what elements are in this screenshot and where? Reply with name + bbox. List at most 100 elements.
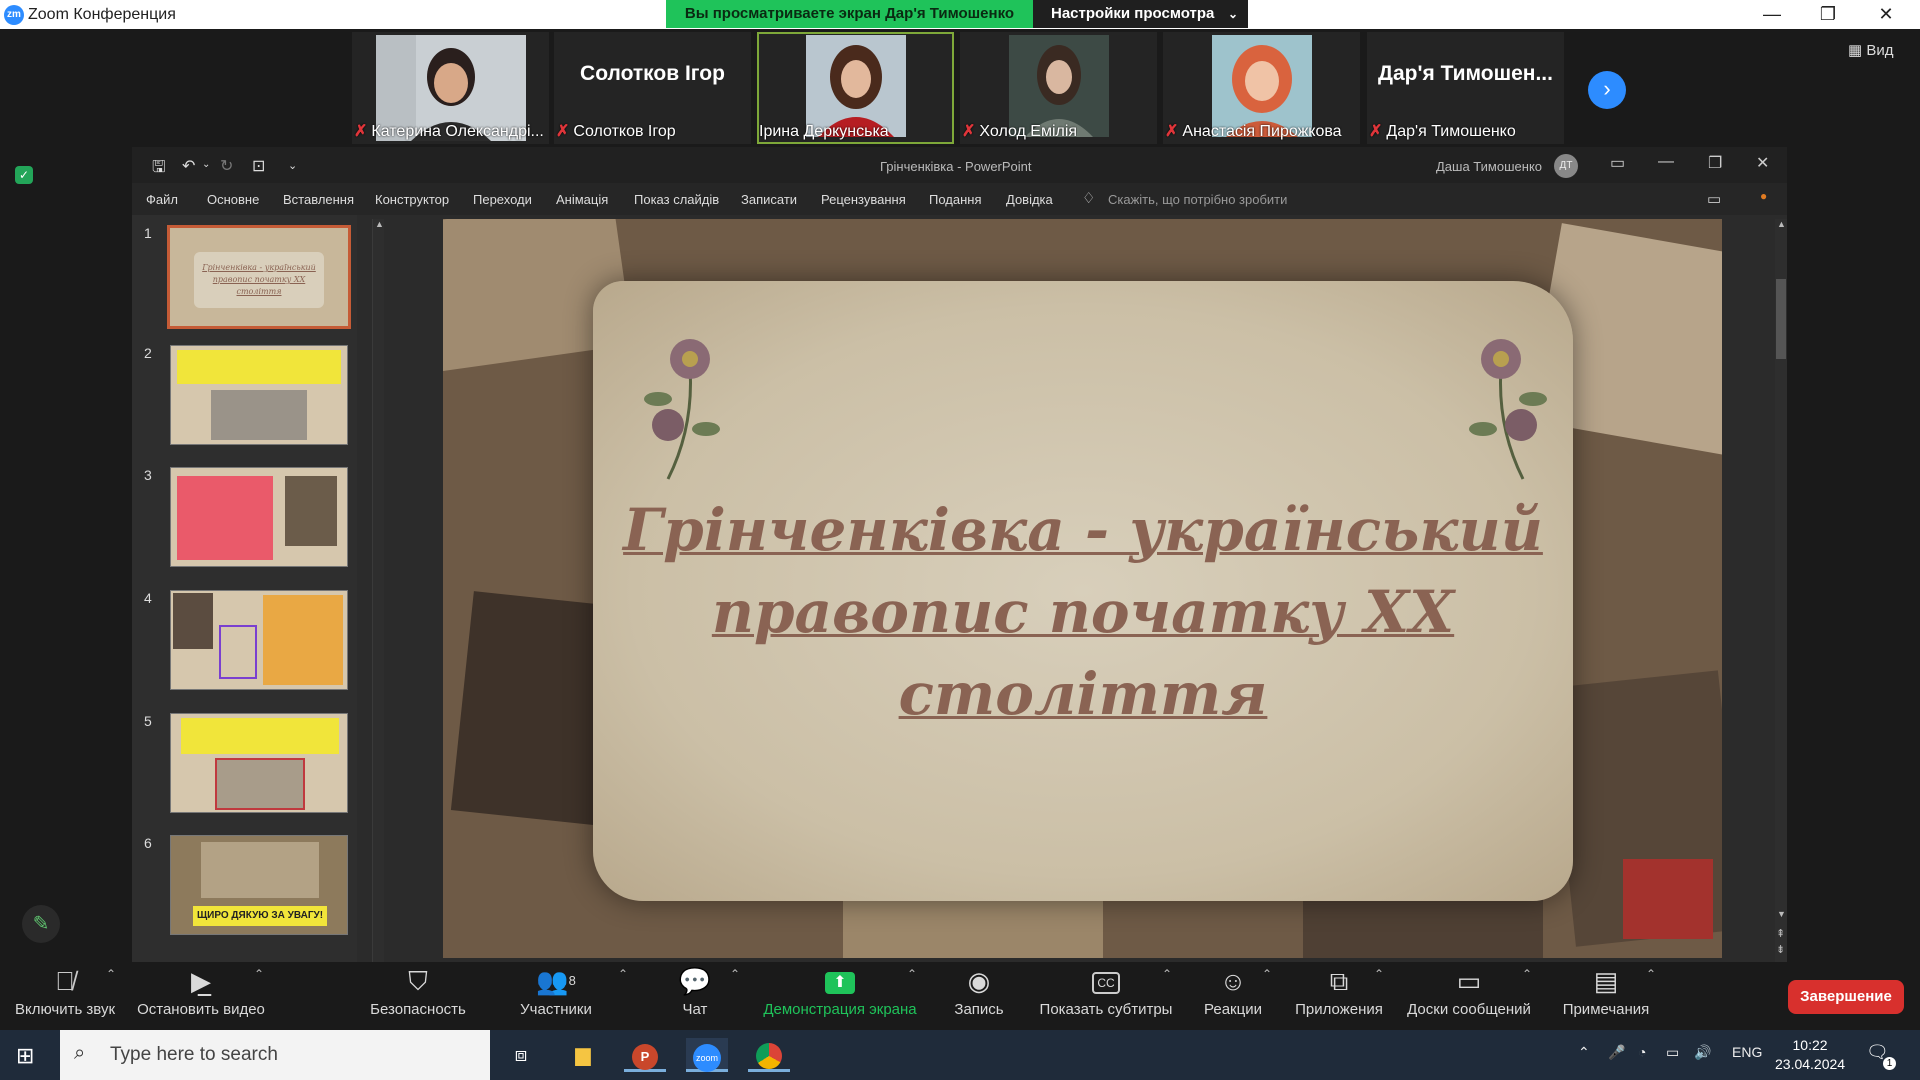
volume-icon[interactable]: 🔊: [1694, 1044, 1711, 1061]
participant-display-name: Солотков Ігор: [580, 62, 725, 85]
chat-options-caret-icon[interactable]: ⌃: [730, 967, 740, 981]
view-button[interactable]: ▦ Вид: [1848, 41, 1893, 59]
participant-tile[interactable]: ✗ Холод Емілія: [960, 32, 1157, 144]
tab-view[interactable]: Подання: [929, 192, 982, 207]
tab-file[interactable]: Файл: [146, 192, 178, 207]
captions-options-caret-icon[interactable]: ⌃: [1162, 967, 1172, 981]
slide-thumbnail[interactable]: [170, 467, 348, 567]
participant-tile[interactable]: ✗ Анастасія Пирожкова: [1163, 32, 1360, 144]
muted-mic-icon: ✗: [962, 123, 976, 140]
next-slide-icon[interactable]: ⇟: [1776, 943, 1785, 956]
gallery-next-button[interactable]: ›: [1588, 71, 1626, 109]
slide-thumbnail[interactable]: [170, 345, 348, 445]
security-button[interactable]: ⛉ Безопасность: [368, 963, 468, 1018]
comments-icon[interactable]: ▭: [1707, 190, 1721, 208]
tray-overflow-icon[interactable]: ⌃: [1578, 1044, 1590, 1061]
tab-review[interactable]: Рецензування: [821, 192, 906, 207]
slide-canvas[interactable]: Грінченківка - український правопис поча…: [443, 219, 1722, 958]
apps-button[interactable]: ⧉ Приложения: [1292, 963, 1386, 1018]
customize-toolbar-icon[interactable]: ⌄: [288, 159, 297, 172]
captions-button[interactable]: CC Показать субтитры: [1038, 963, 1174, 1018]
slide-title[interactable]: Грінченківка - український правопис поча…: [623, 489, 1543, 735]
slide-thumbnail[interactable]: Грінченківка - український правопис поча…: [167, 225, 351, 329]
zoom-taskbar-icon[interactable]: zoom: [686, 1038, 728, 1072]
zoom-logo-icon: zm: [4, 5, 24, 25]
undo-icon[interactable]: ↶: [182, 156, 195, 176]
share-options-caret-icon[interactable]: ⌃: [907, 967, 917, 981]
battery-icon[interactable]: ▭: [1666, 1044, 1679, 1061]
tell-me-search[interactable]: Скажіть, що потрібно зробити: [1108, 192, 1287, 207]
stop-video-button[interactable]: ▶̲ Остановить видео: [136, 963, 266, 1018]
scroll-up-icon[interactable]: ▲: [1777, 219, 1786, 229]
whiteboards-label: Доски сообщений: [1407, 1001, 1531, 1018]
encryption-shield-icon[interactable]: ✓: [15, 166, 33, 184]
tab-slideshow[interactable]: Показ слайдів: [634, 192, 719, 207]
scroll-up-icon[interactable]: ▲: [375, 219, 384, 229]
close-icon[interactable]: ✕: [1756, 153, 1769, 173]
slide-scrollbar[interactable]: ▲ ▼ ⇞ ⇟: [1775, 219, 1787, 962]
annotate-pencil-icon[interactable]: ✎: [22, 905, 60, 943]
tab-help[interactable]: Довідка: [1006, 192, 1053, 207]
slide-thumbnail[interactable]: [170, 713, 348, 813]
task-view-icon[interactable]: ⧈: [500, 1038, 542, 1072]
close-icon[interactable]: ✕: [1866, 2, 1906, 28]
participant-tile-active-speaker[interactable]: Ірина Деркунська: [757, 32, 954, 144]
scroll-down-icon[interactable]: ▼: [1777, 909, 1786, 919]
grid-icon: ▦: [1848, 42, 1867, 59]
record-button[interactable]: ◉ Запись: [950, 963, 1008, 1018]
participant-tile[interactable]: Дар'я Тимошен... ✗ Дар'я Тимошенко: [1367, 32, 1564, 144]
slide-thumbnail-pane: 1 Грінченківка - український правопис по…: [132, 215, 357, 962]
presentation-start-icon[interactable]: ⊡: [252, 156, 265, 176]
restore-icon[interactable]: ❐: [1808, 2, 1848, 28]
notes-button[interactable]: ▤ Примечания: [1558, 963, 1654, 1018]
wifi-icon[interactable]: ◔: [1638, 1044, 1646, 1060]
file-explorer-icon[interactable]: ▆: [562, 1038, 604, 1072]
notes-options-caret-icon[interactable]: ⌃: [1646, 967, 1656, 981]
notifications-icon[interactable]: 🗨 1: [1866, 1042, 1896, 1070]
tab-transitions[interactable]: Переходи: [473, 192, 532, 207]
powerpoint-titlebar: 🖫 ↶ ⌄ ↻ ⊡ ⌄ Грінченківка - PowerPoint Да…: [132, 147, 1787, 183]
undo-dropdown-icon[interactable]: ⌄: [202, 159, 210, 170]
whiteboards-options-caret-icon[interactable]: ⌃: [1522, 967, 1532, 981]
participants-button[interactable]: 👥8 Участники: [516, 963, 596, 1018]
save-icon[interactable]: 🖫: [152, 156, 166, 183]
thumbnail-scrollbar[interactable]: ▲: [372, 219, 384, 962]
whiteboards-button[interactable]: ▭ Доски сообщений: [1404, 963, 1534, 1018]
minimize-icon[interactable]: —: [1658, 153, 1674, 171]
participant-tile[interactable]: Солотков Ігор ✗ Солотков Ігор: [554, 32, 751, 144]
windows-start-icon[interactable]: ⊞: [16, 1043, 34, 1069]
scrollbar-thumb[interactable]: [1776, 279, 1786, 359]
slide-thumbnail[interactable]: ЩИРО ДЯКУЮ ЗА УВАГУ!: [170, 835, 348, 935]
system-clock[interactable]: 10:22 23.04.2024: [1775, 1036, 1845, 1074]
participants-options-caret-icon[interactable]: ⌃: [618, 967, 628, 981]
previous-slide-icon[interactable]: ⇞: [1776, 927, 1785, 940]
video-options-caret-icon[interactable]: ⌃: [254, 967, 264, 981]
view-settings-button[interactable]: Настройки просмотра ⌄: [1033, 0, 1248, 28]
audio-options-caret-icon[interactable]: ⌃: [106, 967, 116, 981]
reactions-options-caret-icon[interactable]: ⌃: [1262, 967, 1272, 981]
share-screen-button[interactable]: ⬆ Демонстрация экрана: [760, 963, 920, 1018]
tab-insert[interactable]: Вставлення: [283, 192, 354, 207]
participant-tile[interactable]: ✗ Катерина Олександрі...: [352, 32, 549, 144]
chat-button[interactable]: 💬 Чат: [670, 963, 720, 1018]
end-meeting-button[interactable]: Завершение: [1788, 980, 1904, 1014]
unmute-button[interactable]: 🎙̸ Включить звук: [12, 963, 118, 1018]
slide-thumbnail[interactable]: [170, 590, 348, 690]
redo-icon[interactable]: ↻: [220, 156, 233, 176]
minimize-icon[interactable]: —: [1752, 2, 1792, 28]
powerpoint-taskbar-icon[interactable]: P: [624, 1038, 666, 1072]
tab-home[interactable]: Основне: [207, 192, 259, 207]
taskbar-search[interactable]: ⌕ Type here to search: [60, 1030, 490, 1080]
microphone-tray-icon[interactable]: 🎤: [1608, 1044, 1625, 1061]
tab-design[interactable]: Конструктор: [375, 192, 449, 207]
chrome-taskbar-icon[interactable]: [748, 1038, 790, 1072]
apps-options-caret-icon[interactable]: ⌃: [1374, 967, 1384, 981]
tab-animations[interactable]: Анімація: [556, 192, 608, 207]
restore-icon[interactable]: ❐: [1708, 153, 1722, 173]
avatar[interactable]: ДТ: [1554, 154, 1578, 178]
reactions-button[interactable]: ☺ Реакции: [1200, 963, 1266, 1018]
ribbon-display-options-icon[interactable]: ▭: [1610, 153, 1625, 173]
captions-label: Показать субтитры: [1039, 1001, 1173, 1018]
tab-record[interactable]: Записати: [741, 192, 797, 207]
language-indicator[interactable]: ENG: [1732, 1044, 1762, 1060]
